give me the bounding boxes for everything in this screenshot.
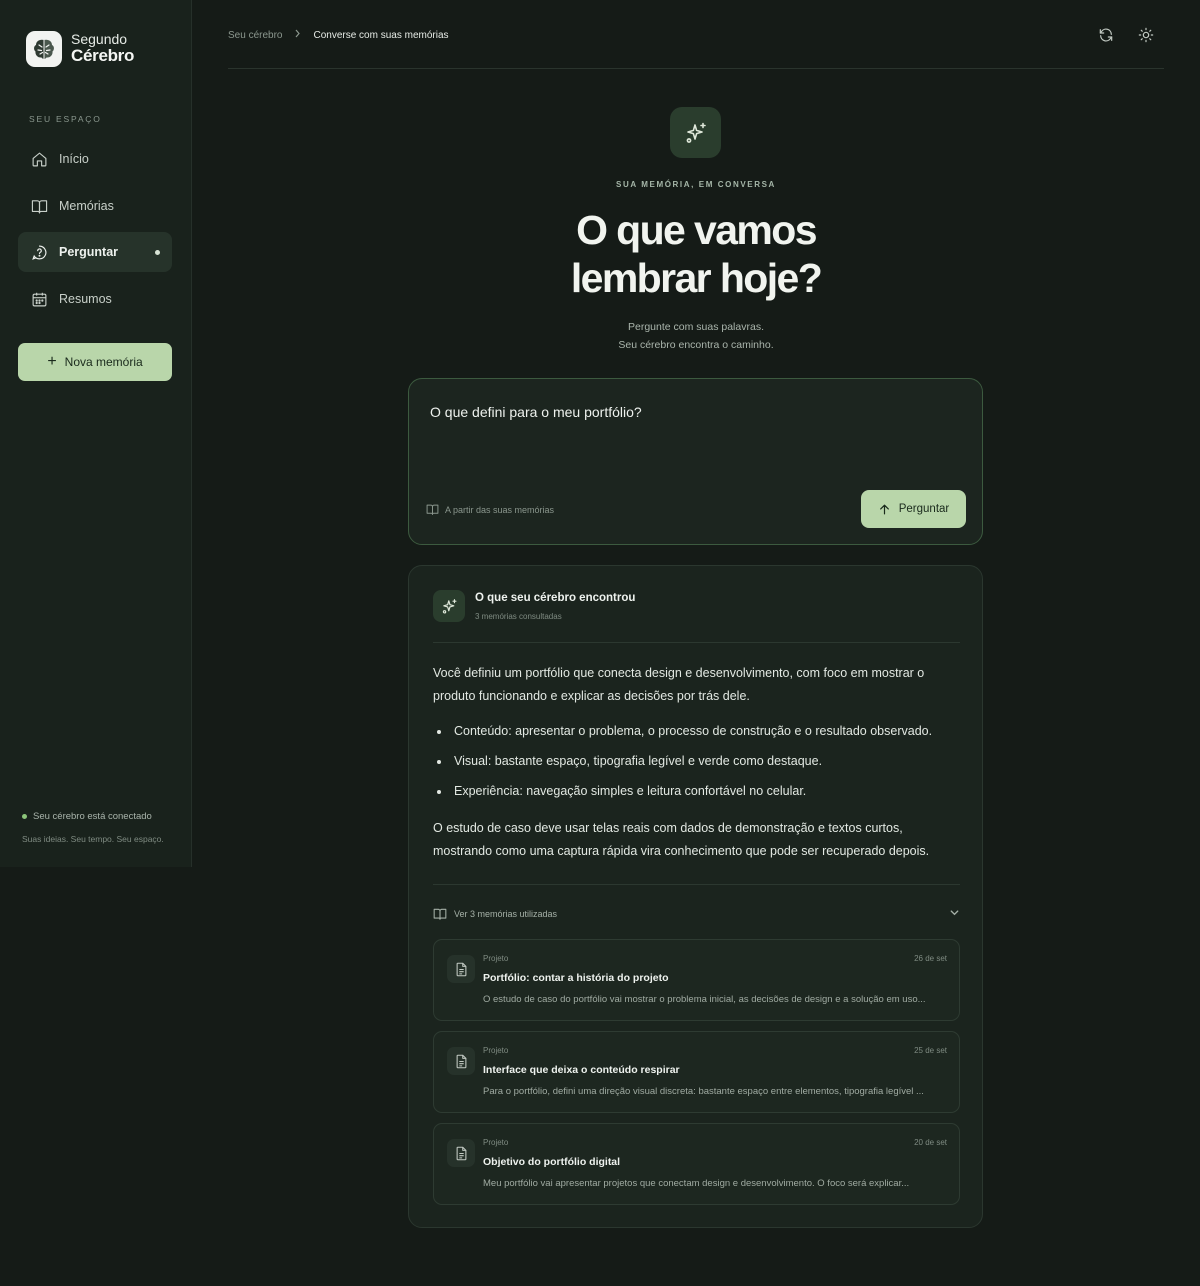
sidebar-item-perguntar[interactable]: Perguntar: [18, 232, 172, 272]
answer-bullets: Conteúdo: apresentar o problema, o proce…: [433, 720, 963, 803]
source-hint: A partir das suas memórias: [426, 503, 554, 516]
header-divider: [228, 68, 1164, 69]
document-icon: [447, 955, 475, 983]
memory-category: Projeto: [483, 1046, 509, 1055]
memory-excerpt: O estudo de caso do portfólio vai mostra…: [483, 994, 926, 1005]
answer-count: 3 memórias consultadas: [475, 612, 562, 621]
page-title: O que vamos lembrar hoje?: [496, 206, 896, 302]
book-icon: [31, 199, 48, 213]
page-title-line2: lembrar hoje?: [570, 255, 823, 301]
sidebar-item-label: Início: [59, 152, 89, 166]
answer-bullet: Visual: bastante espaço, tipografia legí…: [433, 750, 963, 773]
hero-subtitle-line1: Pergunte com suas palavras.: [628, 321, 764, 333]
document-icon: [447, 1139, 475, 1167]
ask-button[interactable]: Perguntar: [861, 490, 966, 528]
document-icon: [447, 1047, 475, 1075]
memory-excerpt: Para o portfólio, defini uma direção vis…: [483, 1086, 924, 1097]
sidebar-item-inicio[interactable]: Início: [18, 139, 172, 179]
section-label: SEU ESPAÇO: [29, 114, 102, 124]
brand-name-line1: Segundo: [71, 30, 128, 47]
sidebar-item-memorias[interactable]: Memórias: [18, 186, 172, 226]
brand-logo[interactable]: Segundo Cérebro: [26, 31, 134, 67]
ask-button-label: Perguntar: [898, 503, 950, 515]
book-icon: [426, 504, 439, 515]
answer-card: O que seu cérebro encontrou 3 memórias c…: [408, 565, 983, 1228]
arrow-up-icon: [879, 504, 889, 514]
memories-divider: [433, 884, 960, 885]
brain-icon: [26, 31, 62, 67]
status-text: Seu cérebro está conectado: [33, 811, 152, 822]
answer-bullet: Conteúdo: apresentar o problema, o proce…: [433, 720, 963, 743]
answer-outro: O estudo de caso deve usar telas reais c…: [433, 821, 930, 858]
memory-date: 20 de set: [914, 1138, 947, 1147]
chevron-right-icon: [294, 29, 301, 41]
page-title-line1: O que vamos: [576, 207, 817, 253]
memories-toggle[interactable]: Ver 3 memórias utilizadas: [433, 907, 960, 921]
connection-status: Seu cérebro está conectado: [22, 811, 152, 822]
hero-subtitle-line2: Seu cérebro encontra o caminho.: [618, 339, 774, 351]
answer-intro: Você definiu um portfólio que conecta de…: [433, 666, 925, 703]
sun-icon[interactable]: [1135, 24, 1157, 46]
new-memory-label: Nova memória: [64, 355, 143, 369]
memories-toggle-label: Ver 3 memórias utilizadas: [454, 909, 558, 919]
brand-name-line2: Cérebro: [71, 46, 135, 66]
memory-title: Interface que deixa o conteúdo respirar: [483, 1064, 680, 1076]
hero-kicker: SUA MEMÓRIA, EM CONVERSA: [616, 180, 776, 189]
sidebar-item-label: Resumos: [59, 292, 112, 306]
refresh-icon[interactable]: [1095, 24, 1117, 46]
breadcrumb: Seu cérebro Converse com suas memórias: [228, 29, 449, 41]
answer-body: Você definiu um portfólio que conecta de…: [433, 662, 963, 863]
memory-excerpt: Meu portfólio vai apresentar projetos qu…: [483, 1178, 910, 1189]
memory-card[interactable]: Projeto 25 de set Interface que deixa o …: [433, 1031, 960, 1113]
memory-category: Projeto: [483, 1138, 509, 1147]
question-input[interactable]: O que defini para o meu portfólio?: [430, 404, 642, 420]
memory-date: 26 de set: [914, 954, 947, 963]
plus-icon: +: [47, 353, 57, 370]
memory-card[interactable]: Projeto 26 de set Portfólio: contar a hi…: [433, 939, 960, 1021]
calendar-icon: [32, 292, 47, 306]
breadcrumb-current: Converse com suas memórias: [313, 29, 449, 41]
memory-card[interactable]: Projeto 20 de set Objetivo do portfólio …: [433, 1123, 960, 1205]
sidebar-item-label: Perguntar: [59, 245, 119, 259]
chevron-down-icon: [950, 910, 959, 916]
source-hint-text: A partir das suas memórias: [445, 504, 555, 515]
status-dot-icon: [22, 814, 27, 819]
sparkles-icon: [433, 590, 465, 622]
memory-date: 25 de set: [914, 1046, 947, 1055]
book-icon: [433, 908, 447, 920]
sparkles-icon: [670, 107, 721, 158]
memory-title: Objetivo do portfólio digital: [483, 1156, 621, 1168]
sidebar-item-label: Memórias: [59, 199, 114, 213]
memory-category: Projeto: [483, 954, 509, 963]
memory-title: Portfólio: contar a história do projeto: [483, 972, 669, 984]
answer-divider: [433, 642, 960, 643]
breadcrumb-root[interactable]: Seu cérebro: [228, 30, 282, 41]
answer-title: O que seu cérebro encontrou: [475, 592, 636, 604]
active-indicator-dot: [155, 250, 160, 255]
new-memory-button[interactable]: + Nova memória: [18, 343, 172, 381]
sidebar-tagline: Suas ideias. Seu tempo. Seu espaço.: [22, 834, 164, 844]
sidebar: Segundo Cérebro SEU ESPAÇO Início Memóri…: [0, 0, 192, 867]
home-icon: [32, 152, 47, 166]
hero-subtitle: Pergunte com suas palavras. Seu cérebro …: [496, 318, 896, 354]
question-input-box[interactable]: O que defini para o meu portfólio? A par…: [408, 378, 983, 545]
sidebar-item-resumos[interactable]: Resumos: [18, 279, 172, 319]
answer-bullet: Experiência: navegação simples e leitura…: [433, 780, 963, 803]
question-icon: [32, 245, 47, 260]
